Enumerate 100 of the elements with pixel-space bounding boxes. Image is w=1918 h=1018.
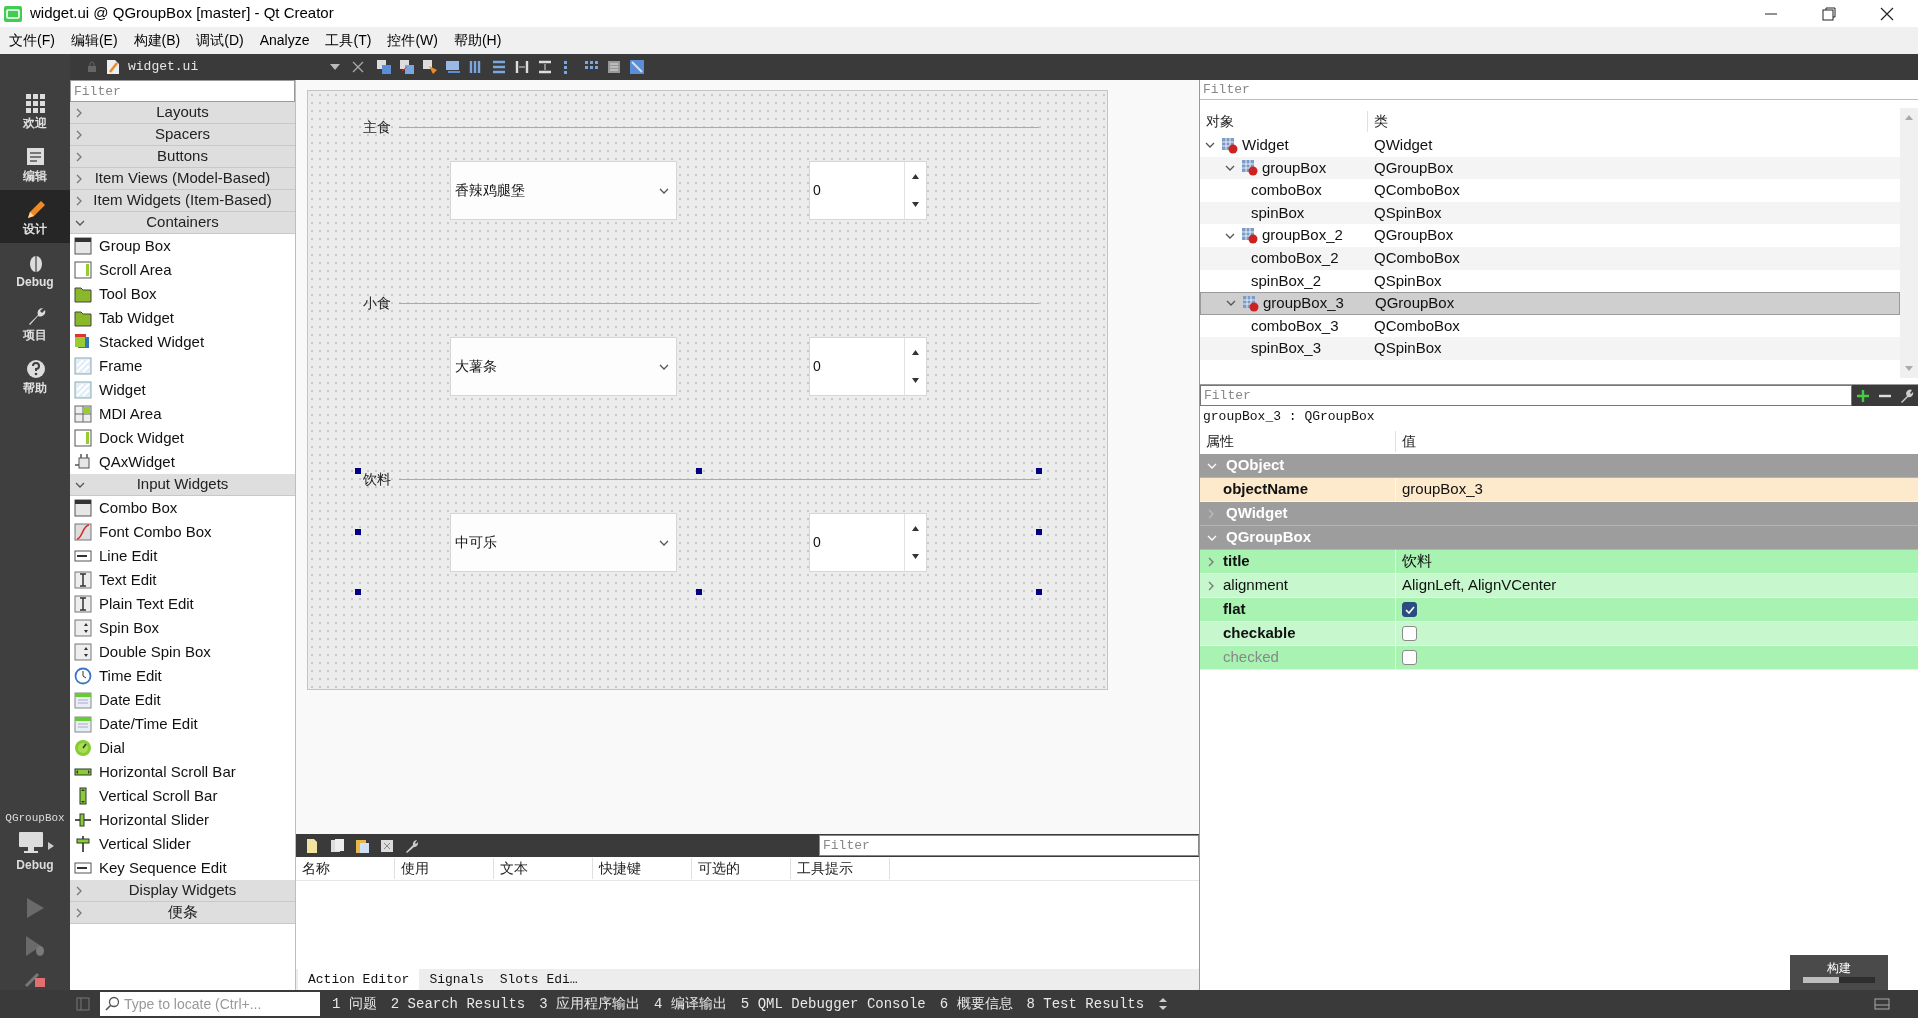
- category-header[interactable]: 便条: [70, 902, 295, 924]
- debug-run-icon[interactable]: [23, 934, 47, 958]
- output-pane-button[interactable]: 3 应用程序输出: [539, 993, 641, 1015]
- category-header[interactable]: Containers: [70, 212, 295, 234]
- column-header[interactable]: 名称: [296, 858, 395, 879]
- mode-button[interactable]: 帮助: [0, 349, 70, 402]
- filter-field[interactable]: Filter: [70, 80, 295, 102]
- column-header[interactable]: 使用: [395, 858, 494, 879]
- menu-item[interactable]: Analyze: [251, 30, 318, 51]
- tree-row[interactable]: comboBox_2 QComboBox: [1200, 246, 1900, 270]
- widget-item[interactable]: Plain Text Edit: [99, 592, 194, 616]
- tree-row[interactable]: groupBox_3 QGroupBox: [1200, 292, 1900, 315]
- tab[interactable]: Signals Slots Edi…: [419, 969, 588, 990]
- rows-icon[interactable]: [491, 59, 507, 75]
- split-rows-icon[interactable]: [537, 59, 553, 75]
- widget-item[interactable]: Dial: [99, 736, 125, 760]
- tree-row[interactable]: spinBox_3 QSpinBox: [1200, 337, 1900, 360]
- output-pane-button[interactable]: 8 Test Results: [1026, 993, 1145, 1015]
- widget-item[interactable]: Dock Widget: [99, 426, 185, 450]
- widget-item[interactable]: Double Spin Box: [99, 640, 211, 664]
- selection-handle[interactable]: [695, 589, 702, 595]
- property-value[interactable]: groupBox_3: [1402, 478, 1483, 501]
- selection-handle[interactable]: [355, 589, 361, 595]
- menu-item[interactable]: 帮助(H): [445, 30, 510, 51]
- checkbox[interactable]: [1402, 626, 1417, 641]
- property-value[interactable]: AlignLeft, AlignVCenter: [1402, 574, 1557, 597]
- spin-box[interactable]: 0: [809, 513, 927, 572]
- category-header[interactable]: Spacers: [70, 124, 295, 146]
- caret-down-icon[interactable]: [330, 64, 340, 70]
- category-header[interactable]: Layouts: [70, 102, 295, 124]
- checkbox[interactable]: [1402, 602, 1417, 617]
- column-header[interactable]: 文本: [494, 858, 593, 879]
- close-icon[interactable]: [1880, 6, 1894, 21]
- widget-item[interactable]: Vertical Scroll Bar: [99, 784, 218, 808]
- split-columns-icon[interactable]: [514, 59, 530, 75]
- combo-box[interactable]: 中可乐: [450, 513, 677, 572]
- mode-button[interactable]: 设计: [0, 190, 70, 243]
- output-pane-button[interactable]: 4 编译输出: [654, 993, 727, 1015]
- break-layout-icon[interactable]: [606, 59, 622, 75]
- spin-box[interactable]: 0: [809, 161, 927, 220]
- selection-handle[interactable]: [1036, 589, 1042, 595]
- sidebar-toggle-icon[interactable]: [76, 997, 90, 1011]
- mode-button[interactable]: 欢迎: [0, 84, 70, 137]
- tab[interactable]: Action Editor: [298, 969, 420, 990]
- widget-item[interactable]: Group Box: [99, 234, 171, 258]
- mode-button[interactable]: 项目: [0, 296, 70, 349]
- widget-item[interactable]: Stacked Widget: [99, 330, 205, 354]
- combo-box[interactable]: 香辣鸡腿堡: [450, 161, 677, 220]
- new-file-icon[interactable]: [304, 837, 320, 854]
- tab-order-icon[interactable]: [445, 59, 461, 75]
- selection-handle[interactable]: [355, 468, 361, 474]
- menu-item[interactable]: 构建(B): [125, 30, 189, 51]
- combo-box[interactable]: 大薯条: [450, 337, 677, 396]
- widget-item[interactable]: Horizontal Scroll Bar: [99, 760, 236, 784]
- column-header[interactable]: 值: [1396, 430, 1416, 452]
- delete-icon[interactable]: [379, 837, 395, 854]
- column-header[interactable]: 类: [1368, 110, 1388, 132]
- property-value[interactable]: 饮料: [1402, 550, 1432, 573]
- selection-handle[interactable]: [355, 528, 361, 535]
- widget-item[interactable]: Font Combo Box: [99, 520, 212, 544]
- tree-row[interactable]: spinBox QSpinBox: [1200, 201, 1900, 225]
- monitor-icon[interactable]: [16, 830, 45, 854]
- menu-item[interactable]: 编辑(E): [62, 30, 126, 51]
- widget-item[interactable]: Tool Box: [99, 282, 157, 306]
- category-header[interactable]: Item Views (Model-Based): [70, 168, 295, 190]
- panel-icon[interactable]: [1874, 998, 1890, 1010]
- widget-item[interactable]: Scroll Area: [99, 258, 172, 282]
- widget-item[interactable]: Line Edit: [99, 544, 158, 568]
- tree-row[interactable]: groupBox QGroupBox: [1200, 156, 1900, 180]
- menu-item[interactable]: 调试(D): [188, 30, 252, 51]
- buddy-icon[interactable]: [422, 59, 438, 75]
- category-header[interactable]: Buttons: [70, 146, 295, 168]
- category-header[interactable]: Item Widgets (Item-Based): [70, 190, 295, 212]
- selection-handle[interactable]: [1036, 468, 1042, 474]
- widget-item[interactable]: QAxWidget: [99, 450, 175, 474]
- widget-item[interactable]: Vertical Slider: [99, 832, 191, 856]
- filter-field[interactable]: Filter: [819, 835, 1199, 856]
- build-button[interactable]: 构建: [1790, 955, 1888, 990]
- widget-item[interactable]: Date/Time Edit: [99, 712, 198, 736]
- column-header[interactable]: 属性: [1200, 430, 1396, 452]
- wrench-icon[interactable]: [404, 837, 420, 854]
- paste-icon[interactable]: [354, 837, 370, 854]
- output-pane-button[interactable]: 2 Search Results: [390, 993, 526, 1015]
- widget-item[interactable]: Horizontal Slider: [99, 808, 210, 832]
- menu-item[interactable]: 控件(W): [379, 30, 446, 51]
- locate-field[interactable]: Type to locate (Ctrl+...: [100, 992, 320, 1016]
- adjust-size-icon[interactable]: [629, 59, 645, 75]
- menu-item[interactable]: 工具(T): [317, 30, 380, 51]
- copy-icon[interactable]: [329, 837, 345, 854]
- selection-handle[interactable]: [695, 468, 702, 474]
- column-header[interactable]: 可选的: [692, 858, 791, 879]
- up-down-icon[interactable]: [1158, 997, 1169, 1011]
- restore-icon[interactable]: [1822, 6, 1836, 21]
- widget-item[interactable]: Frame: [99, 354, 143, 378]
- wrench-icon[interactable]: [1900, 388, 1914, 403]
- output-pane-button[interactable]: 5 QML Debugger Console: [740, 993, 926, 1015]
- widget-item[interactable]: Spin Box: [99, 616, 160, 640]
- widget-item[interactable]: Text Edit: [99, 568, 157, 592]
- mode-button[interactable]: 编辑: [0, 137, 70, 190]
- widget-item[interactable]: Tab Widget: [99, 306, 175, 330]
